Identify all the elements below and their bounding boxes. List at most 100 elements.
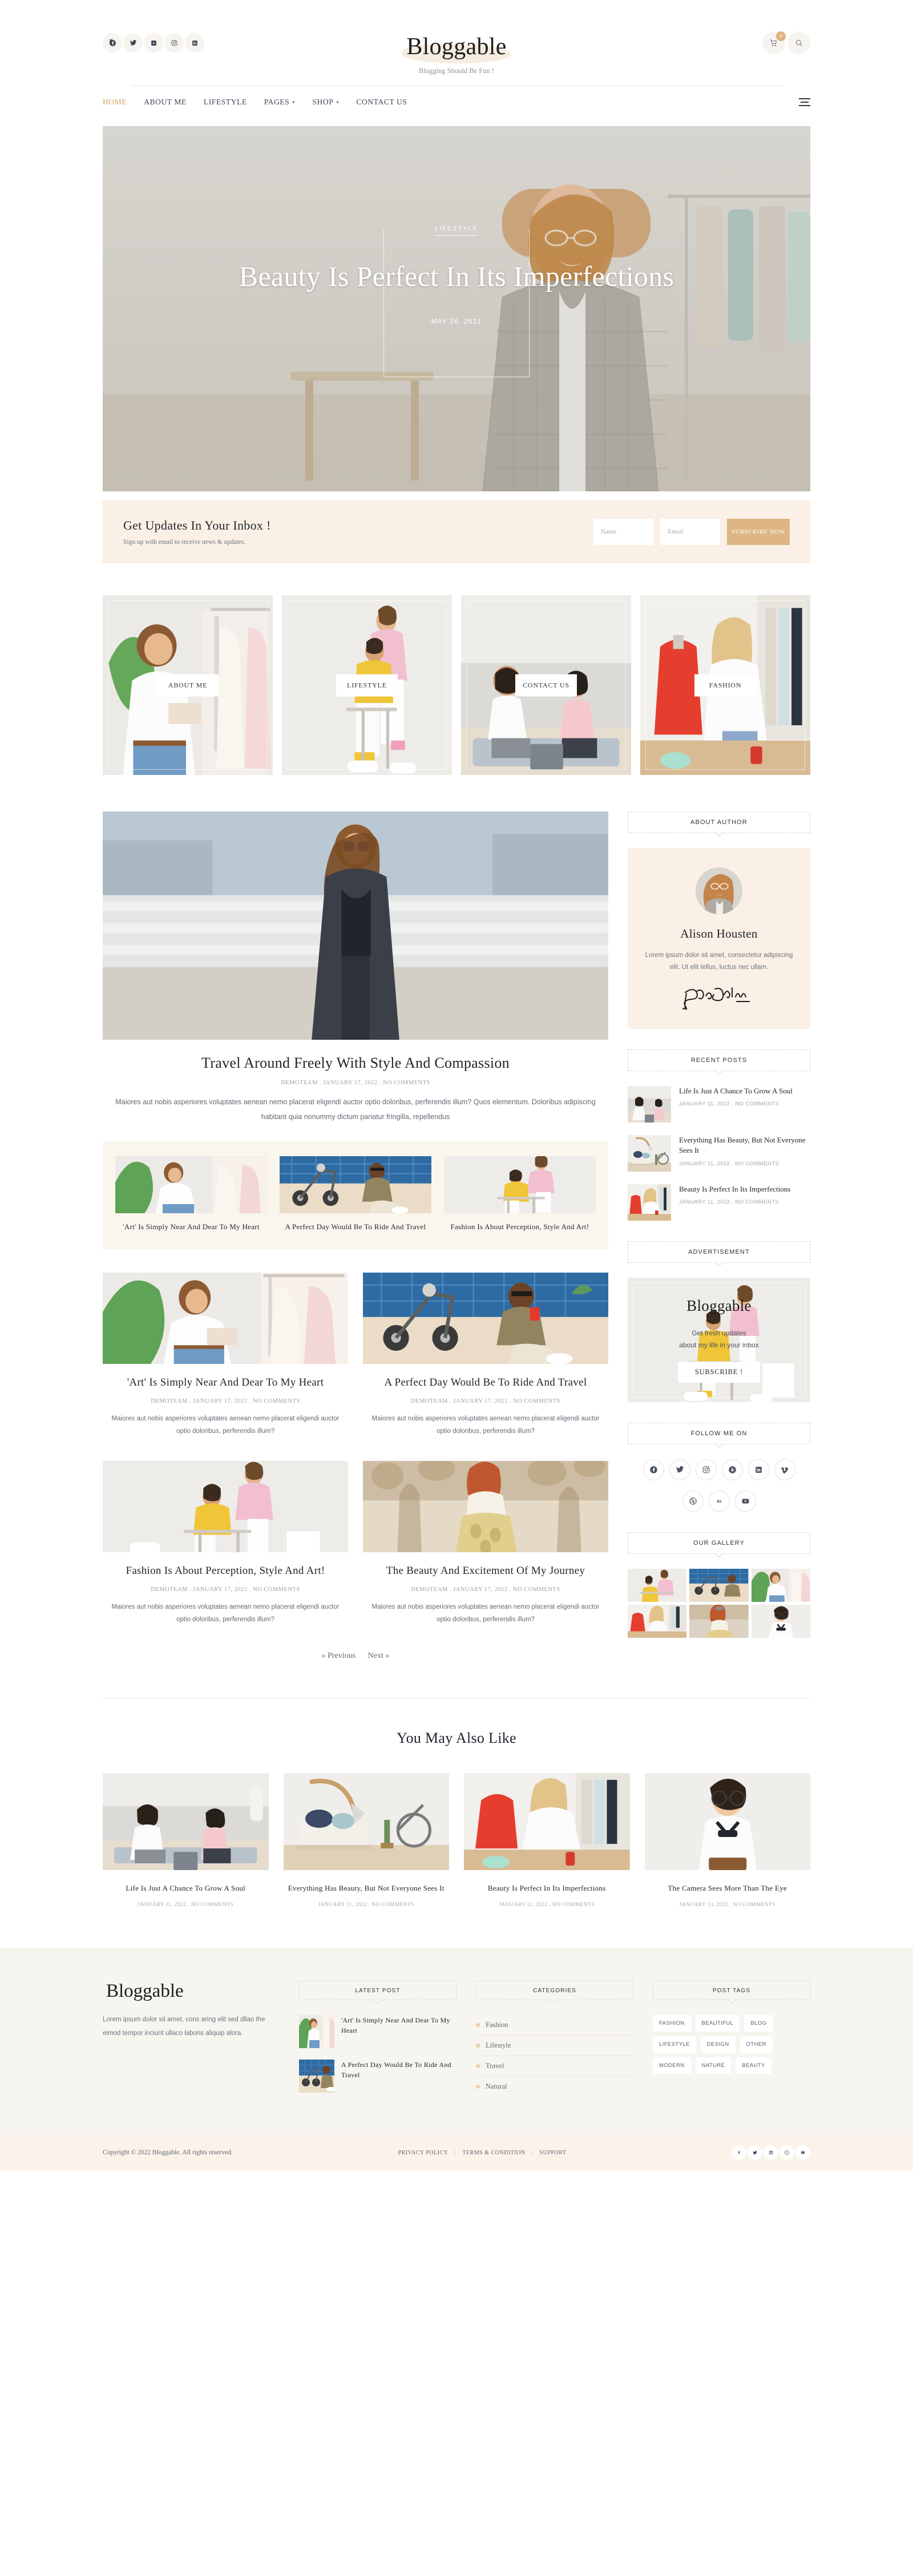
- hero-title[interactable]: Beauty Is Perfect In Its Imperfections: [103, 260, 810, 293]
- tile-lifestyle[interactable]: LIFESTYLE: [282, 595, 452, 775]
- hero-category[interactable]: LIFESTYLE: [434, 225, 479, 236]
- recent-post-thumbnail: [628, 1085, 671, 1123]
- gallery-item[interactable]: [628, 1604, 687, 1638]
- recent-post-item[interactable]: Life Is Just A Chance To Grow A Soul JAN…: [628, 1085, 810, 1123]
- post-card-title[interactable]: 'Art' Is Simply Near And Dear To My Hear…: [103, 1375, 348, 1390]
- post-card-title[interactable]: The Beauty And Excitement Of My Journey: [363, 1564, 608, 1578]
- newsletter-email-input[interactable]: [660, 519, 720, 545]
- recent-post-meta: JANUARY 11, 2022 . NO COMMENTS: [679, 1161, 779, 1168]
- related-card-image: [283, 1772, 449, 1870]
- tile-contact-us[interactable]: CONTACT US: [461, 595, 631, 775]
- tag-chip[interactable]: OTHER: [740, 2036, 773, 2053]
- instagram-icon[interactable]: [695, 1459, 717, 1480]
- nav-item-home[interactable]: HOME: [103, 98, 127, 107]
- footer-latest-post-thumbnail: [299, 2015, 334, 2049]
- footer-category-item[interactable]: Fashion: [476, 2015, 633, 2036]
- recent-post-title: Beauty Is Perfect In Its Imperfections: [679, 1184, 791, 1193]
- related-card[interactable]: Everything Has Beauty, But Not Everyone …: [283, 1772, 449, 1908]
- recent-post-item[interactable]: Beauty Is Perfect In Its Imperfections J…: [628, 1184, 810, 1221]
- advertisement-banner[interactable]: Bloggable Get fresh updates about my lif…: [628, 1277, 810, 1402]
- youtube-icon[interactable]: [734, 1490, 756, 1512]
- tag-chip[interactable]: DESIGN: [700, 2036, 736, 2053]
- footer-category-item[interactable]: Natural: [476, 2077, 633, 2097]
- gallery-item[interactable]: [628, 1568, 687, 1602]
- search-button[interactable]: [787, 31, 810, 54]
- gallery-item[interactable]: [751, 1568, 810, 1602]
- privacy-policy-link[interactable]: PRIVACY POLICY: [391, 2149, 456, 2156]
- newsletter-name-input[interactable]: [593, 519, 653, 545]
- post-card-image[interactable]: [103, 1272, 348, 1364]
- instagram-icon[interactable]: [164, 33, 184, 53]
- twitter-icon[interactable]: [123, 33, 143, 53]
- footer-category-label: Lifestyle: [486, 2041, 511, 2050]
- ad-subscribe-button[interactable]: SUBSCRIBE !: [677, 1361, 761, 1383]
- vimeo-icon[interactable]: [144, 33, 163, 53]
- tag-chip[interactable]: BEAUTY: [736, 2057, 771, 2074]
- pinterest-icon[interactable]: [721, 1459, 743, 1480]
- strip-card[interactable]: Fashion Is About Perception, Style And A…: [444, 1156, 596, 1233]
- related-card[interactable]: The Camera Sees More Than The Eye JANUAR…: [644, 1772, 810, 1908]
- footer-brand[interactable]: Bloggable: [100, 1981, 189, 2004]
- tag-chip[interactable]: LIFESTYLE: [653, 2036, 696, 2053]
- linkedin-icon[interactable]: [748, 1459, 769, 1480]
- pinterest-icon[interactable]: [779, 2145, 794, 2161]
- widget-title: FOLLOW ME ON: [628, 1422, 810, 1444]
- linkedin-icon[interactable]: [185, 33, 204, 53]
- gallery-item[interactable]: [689, 1604, 749, 1638]
- tag-chip[interactable]: MODERN: [653, 2057, 691, 2074]
- facebook-icon[interactable]: [731, 2145, 746, 2161]
- widget-title: OUR GALLERY: [628, 1532, 810, 1554]
- next-page-link[interactable]: Next »: [368, 1652, 390, 1660]
- previous-page-link[interactable]: « Previous: [322, 1652, 356, 1660]
- vimeo-icon[interactable]: [774, 1459, 795, 1480]
- behance-icon[interactable]: Bē: [708, 1490, 730, 1512]
- tag-chip[interactable]: BLOG: [744, 2015, 773, 2032]
- post-card-image[interactable]: [103, 1460, 348, 1552]
- nav-item-about-me[interactable]: ABOUT ME: [144, 98, 187, 107]
- nav-item-lifestyle[interactable]: LIFESTYLE: [204, 98, 247, 107]
- terms-condition-link[interactable]: TERMS & CONDITION: [455, 2149, 533, 2156]
- nav-label: PAGES: [264, 98, 290, 106]
- facebook-icon[interactable]: [103, 33, 122, 53]
- tag-chip[interactable]: NATURE: [695, 2057, 732, 2074]
- post-card-image[interactable]: [363, 1272, 608, 1364]
- hamburger-menu-icon[interactable]: [799, 98, 810, 106]
- tag-chip[interactable]: BEAUTIFUL: [695, 2015, 740, 2032]
- hero-slider[interactable]: LIFESTYLE Beauty Is Perfect In Its Imper…: [103, 126, 810, 491]
- dribbble-icon[interactable]: [682, 1490, 704, 1512]
- gallery-item[interactable]: [751, 1604, 810, 1638]
- subscribe-now-button[interactable]: SUBSCRIBE NOW: [727, 519, 790, 545]
- support-link[interactable]: SUPPORT: [533, 2150, 573, 2156]
- strip-card[interactable]: 'Art' Is Simply Near And Dear To My Hear…: [115, 1156, 267, 1233]
- site-title[interactable]: Bloggable: [402, 35, 512, 63]
- recent-post-item[interactable]: Everything Has Beauty, But Not Everyone …: [628, 1134, 810, 1172]
- tag-chip[interactable]: FASHION: [653, 2015, 691, 2032]
- feature-post-title[interactable]: Travel Around Freely With Style And Comp…: [103, 1055, 608, 1072]
- footer-latest-post-item[interactable]: 'Art' Is Simply Near And Dear To My Hear…: [299, 2015, 457, 2049]
- feature-post-image[interactable]: [103, 811, 608, 1040]
- strip-card[interactable]: A Perfect Day Would Be To Ride And Trave…: [280, 1156, 431, 1233]
- nav-item-contact-us[interactable]: CONTACT US: [356, 98, 407, 107]
- footer-category-item[interactable]: Lifestyle: [476, 2036, 633, 2057]
- instagram-icon[interactable]: [763, 2145, 778, 2161]
- post-grid-row-2: Fashion Is About Perception, Style And A…: [103, 1460, 608, 1626]
- nav-item-shop[interactable]: SHOP ▾: [312, 98, 339, 107]
- footer-category-item[interactable]: Travel: [476, 2056, 633, 2077]
- post-card-title[interactable]: A Perfect Day Would Be To Ride And Trave…: [363, 1375, 608, 1390]
- twitter-icon[interactable]: [747, 2145, 762, 2161]
- related-card[interactable]: Life Is Just A Chance To Grow A Soul JAN…: [103, 1772, 269, 1908]
- newsletter-subtext: Sign up with email to receive news & upd…: [123, 539, 246, 546]
- gallery-item[interactable]: [689, 1568, 749, 1602]
- twitter-icon[interactable]: [669, 1459, 690, 1480]
- facebook-icon[interactable]: [643, 1459, 664, 1480]
- tile-label: LIFESTYLE: [336, 674, 398, 696]
- tile-fashion[interactable]: FASHION: [640, 595, 810, 775]
- tile-about-me[interactable]: ABOUT ME: [103, 595, 273, 775]
- post-card-image[interactable]: [363, 1460, 608, 1552]
- cart-button[interactable]: 0: [762, 31, 786, 54]
- youtube-icon[interactable]: [795, 2145, 810, 2161]
- post-card-title[interactable]: Fashion Is About Perception, Style And A…: [103, 1564, 348, 1578]
- footer-latest-post-item[interactable]: A Perfect Day Would Be To Ride And Trave…: [299, 2060, 457, 2093]
- nav-item-pages[interactable]: PAGES ▾: [264, 98, 296, 107]
- related-card[interactable]: Beauty Is Perfect In Its Imperfections J…: [464, 1772, 630, 1908]
